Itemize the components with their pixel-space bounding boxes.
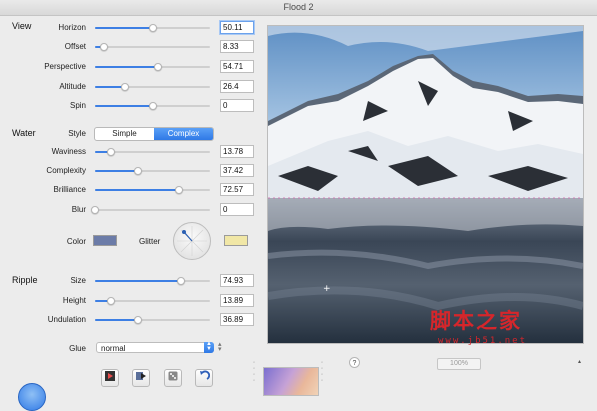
watermark-url: www.jb51.net: [438, 336, 528, 346]
slider-knob[interactable]: [174, 186, 183, 194]
water-color-well[interactable]: [93, 235, 117, 246]
undo-icon: [200, 370, 211, 380]
complexity-value-field[interactable]: 37.42: [220, 164, 254, 177]
offset-value-field[interactable]: 8.33: [220, 40, 254, 53]
blur-slider[interactable]: [91, 206, 210, 214]
offset-slider[interactable]: [95, 43, 210, 51]
slider-label: Brilliance: [53, 185, 86, 194]
slider-label: Altitude: [59, 82, 86, 91]
stepper-icon[interactable]: ▴ ▾: [218, 341, 222, 353]
slider-knob[interactable]: [107, 297, 116, 305]
app-logo: [18, 383, 46, 411]
dice-icon: [168, 371, 178, 381]
dial-graphic: [177, 226, 207, 256]
altitude-slider[interactable]: [95, 83, 210, 91]
zoom-indicator[interactable]: 100%: [437, 358, 481, 370]
complexity-slider[interactable]: [95, 167, 210, 175]
slider-knob[interactable]: [91, 206, 99, 214]
window-title: Flood 2: [0, 0, 597, 16]
preset-thumbnail[interactable]: [263, 367, 319, 396]
height-value-field[interactable]: 13.89: [220, 294, 254, 307]
undulation-slider[interactable]: [95, 316, 210, 324]
slider-label: Size: [70, 276, 86, 285]
color-label: Color: [66, 237, 86, 246]
thumbnail-scroll-dots: ◦ ◦ ◦ ◦: [253, 360, 256, 384]
slider-label: Blur: [71, 205, 86, 214]
render-button[interactable]: [132, 369, 150, 387]
brilliance-value-field[interactable]: 72.57: [220, 183, 254, 196]
glue-select[interactable]: normal ▲ ▼: [96, 341, 214, 353]
preview-canvas[interactable]: +: [267, 25, 584, 344]
glitter-color-well[interactable]: [224, 235, 248, 246]
glitter-label: Glitter: [139, 237, 161, 246]
slider-label: Complexity: [46, 166, 86, 175]
play-button[interactable]: [101, 369, 119, 387]
help-button[interactable]: ?: [349, 357, 360, 368]
slider-knob[interactable]: [100, 43, 109, 51]
thumbnail-image: [264, 368, 318, 395]
render-icon: [136, 372, 146, 380]
preview-image: +: [268, 26, 583, 343]
slider-label: Height: [62, 296, 86, 305]
play-icon: [105, 371, 115, 381]
slider-knob[interactable]: [133, 167, 142, 175]
slider-knob[interactable]: [120, 83, 129, 91]
slider-label: Offset: [64, 42, 86, 51]
glue-selected-value: normal: [101, 344, 126, 353]
chevron-updown-icon: ▲ ▼: [204, 341, 214, 353]
undulation-value-field[interactable]: 36.89: [220, 313, 254, 326]
perspective-value-field[interactable]: 54.71: [220, 60, 254, 73]
perspective-slider[interactable]: [95, 63, 210, 71]
resize-up-icon[interactable]: ▴: [578, 358, 581, 365]
horizon-value-field[interactable]: 50.11: [220, 21, 254, 34]
size-value-field[interactable]: 74.93: [220, 274, 254, 287]
glue-label: Glue: [69, 344, 86, 353]
glitter-direction-dial[interactable]: [173, 222, 211, 260]
svg-text:+: +: [323, 284, 331, 294]
slider-knob[interactable]: [177, 277, 186, 285]
slider-knob[interactable]: [148, 102, 157, 110]
altitude-value-field[interactable]: 26.4: [220, 80, 254, 93]
slider-label: Undulation: [47, 315, 86, 324]
style-label: Style: [68, 129, 86, 138]
slider-label: Spin: [69, 101, 86, 110]
style-segmented-control[interactable]: Simple Complex: [94, 127, 214, 141]
slider-label: Waviness: [51, 147, 86, 156]
blur-value-field[interactable]: 0: [220, 203, 254, 216]
slider-knob[interactable]: [107, 148, 116, 156]
undo-button[interactable]: [195, 369, 213, 387]
slider-knob[interactable]: [148, 24, 157, 32]
slider-knob[interactable]: [133, 316, 142, 324]
slider-label: Horizon: [58, 23, 86, 32]
randomize-button[interactable]: [164, 369, 182, 387]
slider-knob[interactable]: [154, 63, 163, 71]
size-slider[interactable]: [95, 277, 210, 285]
slider-label: Perspective: [44, 62, 86, 71]
horizon-slider[interactable]: [95, 24, 210, 32]
waviness-value-field[interactable]: 13.78: [220, 145, 254, 158]
style-option-simple[interactable]: Simple: [95, 128, 154, 140]
watermark-logo: 脚本之家: [430, 309, 522, 333]
spin-value-field[interactable]: 0: [220, 99, 254, 112]
style-option-complex[interactable]: Complex: [154, 128, 213, 140]
spin-slider[interactable]: [95, 102, 210, 110]
thumbnail-scroll-dots-right: ◦ ◦ ◦ ◦: [321, 360, 324, 384]
waviness-slider[interactable]: [95, 148, 210, 156]
brilliance-slider[interactable]: [95, 186, 210, 194]
height-slider[interactable]: [95, 297, 210, 305]
